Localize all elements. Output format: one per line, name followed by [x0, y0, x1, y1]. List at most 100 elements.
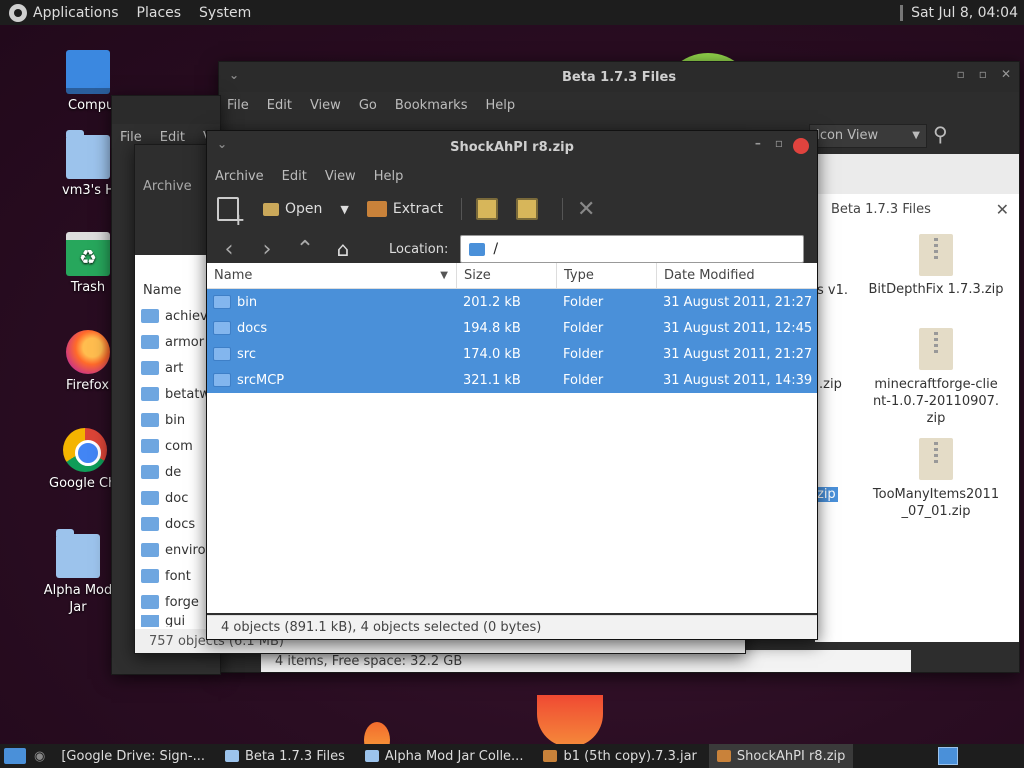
column-header-name[interactable]: Name ▼ — [207, 262, 457, 289]
menu-view[interactable]: View — [325, 169, 356, 184]
list-item[interactable]: art — [135, 355, 207, 381]
item-name: doc — [165, 490, 189, 506]
forward-icon[interactable]: › — [257, 237, 277, 262]
column-headers: Name ▼ Size Type Date Modified — [207, 262, 817, 289]
menu-system[interactable]: System — [199, 5, 251, 21]
folder-icon — [141, 615, 159, 627]
table-row[interactable]: bin 201.2 kB Folder 31 August 2011, 21:2… — [207, 289, 817, 315]
item-name: com — [165, 438, 193, 454]
location-input[interactable]: / — [460, 235, 805, 263]
menu-bookmarks[interactable]: Bookmarks — [395, 98, 468, 113]
task-beta-files[interactable]: Beta 1.7.3 Files — [217, 744, 353, 768]
cell-date: 31 August 2011, 12:45 — [663, 320, 813, 336]
file-item[interactable]: minecraftforge-client-1.0.7-20110907.zip — [871, 328, 1001, 427]
window-buttons: – ▫ — [755, 136, 783, 150]
task-shockahpi[interactable]: ShockAhPI r8.zip — [708, 744, 854, 768]
list-item[interactable]: betatw — [135, 381, 210, 407]
list-item[interactable]: com — [135, 433, 207, 459]
list-item[interactable]: docs — [135, 511, 207, 537]
menu-go[interactable]: Go — [359, 98, 377, 113]
tab-beta-files[interactable]: Beta 1.7.3 Files ✕ — [819, 195, 1019, 223]
table-row[interactable]: docs 194.8 kB Folder 31 August 2011, 12:… — [207, 315, 817, 341]
menu-help[interactable]: Help — [485, 98, 515, 113]
table-row[interactable]: src 174.0 kB Folder 31 August 2011, 21:2… — [207, 341, 817, 367]
maximize-icon[interactable]: ▫ — [979, 67, 987, 81]
list-item[interactable]: bin — [135, 407, 207, 433]
menu-edit[interactable]: Edit — [267, 98, 292, 113]
window-archive-manager[interactable]: ⌄ ShockAhPI r8.zip – ▫ Archive Edit View… — [206, 130, 818, 640]
list-item[interactable]: de — [135, 459, 207, 485]
menu-places[interactable]: Places — [137, 5, 182, 21]
item-name: gui — [165, 615, 186, 627]
titlebar[interactable]: ⌄ ShockAhPI r8.zip – ▫ — [207, 131, 817, 163]
folder-icon — [141, 517, 159, 531]
location-label: Location: — [389, 241, 449, 257]
column-header-size[interactable]: Size — [457, 262, 557, 289]
show-desktop-icon[interactable] — [4, 748, 26, 764]
window-menu-icon[interactable]: ⌄ — [217, 137, 227, 151]
titlebar[interactable] — [112, 96, 220, 124]
folder-icon — [213, 321, 231, 335]
close-tab-icon[interactable]: ✕ — [996, 200, 1009, 219]
partial-file-name: zip — [815, 487, 838, 502]
list-item[interactable]: gui — [135, 615, 207, 627]
add-files-icon — [476, 198, 499, 220]
minimize-icon[interactable]: – — [755, 136, 761, 150]
back-icon[interactable]: ‹ — [219, 237, 239, 262]
close-icon[interactable]: ✕ — [1001, 67, 1011, 81]
file-item[interactable]: BitDepthFix 1.7.3.zip — [861, 234, 1011, 297]
column-header-name[interactable]: Name — [143, 283, 181, 298]
window-menu-icon[interactable]: ⌄ — [229, 68, 239, 82]
minimize-icon[interactable]: ▫ — [957, 67, 965, 81]
add-files-button[interactable] — [476, 198, 504, 220]
workspace-switcher[interactable] — [938, 747, 958, 765]
close-icon[interactable] — [793, 138, 809, 154]
open-button[interactable]: Open ▼ — [263, 201, 349, 217]
menu-archive[interactable]: Archive — [143, 179, 192, 194]
task-b1-jar[interactable]: b1 (5th copy).7.3.jar — [535, 744, 704, 768]
column-header-type[interactable]: Type — [557, 262, 657, 289]
view-mode-select[interactable]: Icon View — [809, 124, 927, 148]
sort-descending-icon: ▼ — [440, 269, 448, 281]
menu-file[interactable]: File — [227, 98, 249, 113]
up-icon[interactable]: ⌃ — [295, 237, 315, 262]
cell-date: 31 August 2011, 21:27 — [663, 346, 813, 362]
list-item[interactable]: doc — [135, 485, 207, 511]
folder-icon — [141, 361, 159, 375]
new-archive-button[interactable] — [217, 197, 245, 229]
list-item[interactable]: armor — [135, 329, 207, 355]
task-google-drive[interactable]: [Google Drive: Sign-... — [53, 744, 213, 768]
list-item[interactable]: font — [135, 563, 207, 589]
menu-applications[interactable]: Applications — [33, 5, 119, 21]
desktop-icon-alpha-mod[interactable]: Alpha Mod Jar Collection — [43, 529, 113, 616]
home-icon[interactable]: ⌂ — [333, 237, 353, 261]
menu-edit[interactable]: Edit — [282, 169, 307, 184]
cell-name: bin — [237, 294, 258, 310]
folder-open-icon — [263, 202, 279, 216]
column-header-date[interactable]: Date Modified — [657, 263, 815, 289]
gnome-logo-icon[interactable] — [9, 3, 27, 22]
folder-icon — [141, 439, 159, 453]
task-label: Alpha Mod Jar Colle... — [384, 748, 524, 764]
task-alpha-mod[interactable]: Alpha Mod Jar Colle... — [357, 744, 532, 768]
delete-icon[interactable]: ✕ — [577, 197, 595, 222]
menu-view[interactable]: View — [310, 98, 341, 113]
titlebar[interactable]: ⌄ Beta 1.7.3 Files ▫ ▫ ✕ — [219, 62, 1019, 92]
menu-edit[interactable]: Edit — [160, 130, 185, 145]
item-name: armor — [165, 334, 205, 350]
clock[interactable]: Sat Jul 8, 04:04 — [911, 5, 1018, 21]
chevron-down-icon[interactable]: ▼ — [340, 203, 348, 216]
table-row[interactable]: srcMCP 321.1 kB Folder 31 August 2011, 1… — [207, 367, 817, 393]
menu-file[interactable]: File — [120, 130, 142, 145]
file-item[interactable]: TooManyItems2011_07_01.zip — [871, 438, 1001, 520]
search-icon[interactable]: ⚲ — [933, 122, 948, 146]
extract-button[interactable]: Extract — [366, 201, 443, 217]
top-panel: Applications Places System Sat Jul 8, 04… — [0, 0, 1024, 25]
menu-help[interactable]: Help — [374, 169, 404, 184]
add-folder-button[interactable] — [516, 198, 544, 220]
maximize-icon[interactable]: ▫ — [775, 136, 783, 150]
menu-archive[interactable]: Archive — [215, 169, 264, 184]
list-item[interactable]: forge — [135, 589, 207, 615]
list-item[interactable]: environ — [135, 537, 214, 563]
list-item[interactable]: achieve — [135, 303, 216, 329]
